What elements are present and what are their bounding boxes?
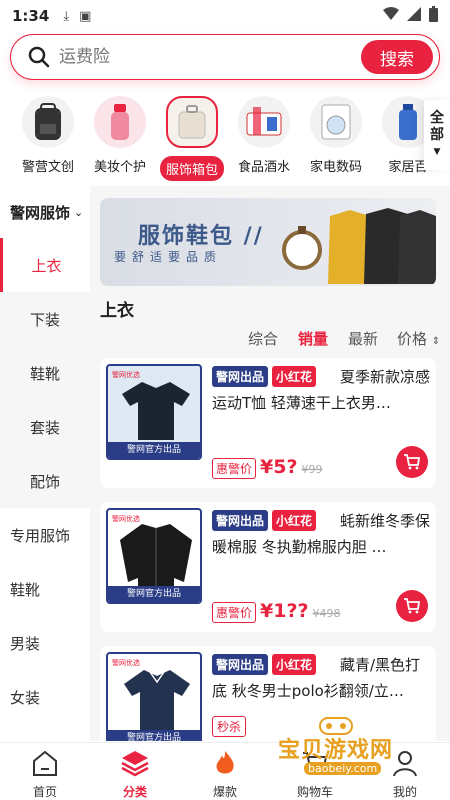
sidebar: 警网服饰 ⌄ 上衣 下装 鞋靴 套装 配饰 专用服饰 鞋靴 男装 女装 — [0, 186, 90, 741]
tab-label: 首页 — [32, 785, 57, 799]
status-bar: 1:34 ⤓ ▣ — [0, 0, 450, 32]
sort-newest[interactable]: 最新 — [348, 328, 378, 349]
food-icon — [238, 96, 290, 148]
sort-arrows-icon: ⇕ — [431, 336, 441, 347]
sidebar-item-bottoms[interactable]: 下装 — [0, 292, 90, 346]
price-row: 惠警价 ¥5? ¥99 — [212, 456, 322, 479]
status-time: 1:34 — [12, 7, 50, 25]
cart-icon — [404, 454, 421, 470]
sort-bar: 综合 销量 最新 价格 ⇕ — [90, 326, 450, 350]
battery-icon — [429, 6, 438, 26]
flash-sale-tag: 秒杀 — [212, 716, 247, 737]
original-price: ¥99 — [301, 463, 323, 476]
download-icon: ⤓ — [63, 8, 70, 24]
signal-icon — [407, 7, 421, 25]
banner-subtitle: 要舒适要品质 — [114, 250, 223, 264]
sidebar-item-footwear[interactable]: 鞋靴 — [0, 562, 90, 616]
category-label: 警营文创 — [21, 160, 74, 175]
category-item[interactable]: 食品酒水 — [228, 90, 300, 175]
flame-icon — [216, 751, 234, 774]
product-title: 夏季新款凉感运动T恤 轻薄速干上衣男… — [212, 368, 431, 412]
sidebar-item-accessories[interactable]: 配饰 — [0, 454, 90, 508]
tab-label: 我的 — [392, 785, 417, 799]
search-icon — [28, 46, 50, 68]
add-to-cart-button[interactable] — [396, 446, 428, 478]
tab-home[interactable]: 首页 — [0, 743, 90, 800]
price-tag: 惠警价 — [212, 458, 257, 479]
category-item[interactable]: 家电数码 — [300, 90, 372, 175]
wifi-icon — [383, 7, 399, 25]
cart-icon — [404, 598, 421, 614]
tshirt-icon — [122, 382, 190, 440]
jacket-icon — [120, 524, 192, 586]
all-categories-label: 全部 — [430, 110, 444, 143]
watermark: 宝贝游戏网 baobeiy.com — [268, 714, 418, 775]
sort-price-label: 价格 — [397, 330, 428, 348]
search-button[interactable]: 搜索 — [361, 40, 433, 74]
category-item-active[interactable]: 服饰箱包 — [156, 90, 228, 181]
add-to-cart-button[interactable] — [396, 590, 428, 622]
product-image: 警网优选 警网官方出品 — [106, 508, 202, 604]
image-strip: 警网官方出品 — [108, 586, 200, 602]
layers-icon — [121, 751, 149, 777]
tab-label: 分类 — [122, 785, 147, 799]
product-card[interactable]: 警网优选 警网官方出品 警网出品 小红花 蚝新维冬季保暖棉服 冬执勤棉服内胆 …… — [100, 502, 436, 632]
sort-price[interactable]: 价格 ⇕ — [397, 328, 440, 349]
price-row: 惠警价 ¥1?? ¥498 — [212, 600, 341, 623]
backpack-icon — [22, 96, 74, 148]
product-title: 藏青/黑色打底 秋冬男士polo衫翻领/立… — [212, 656, 421, 700]
category-item[interactable]: 美妆个护 — [84, 90, 156, 175]
sidebar-item-menswear[interactable]: 男装 — [0, 616, 90, 670]
tab-hot[interactable]: 爆款 — [180, 743, 270, 800]
sidebar-group-label: 警网服饰 — [10, 203, 71, 222]
tab-category[interactable]: 分类 — [90, 743, 180, 800]
price-tag: 惠警价 — [212, 602, 257, 623]
home-icon — [33, 750, 57, 776]
image-strip: 警网官方出品 — [108, 730, 200, 741]
image-strip: 警网官方出品 — [108, 442, 200, 458]
category-label: 服饰箱包 — [159, 156, 224, 181]
product-price: ¥1?? — [260, 600, 309, 622]
tab-label: 购物车 — [296, 785, 333, 799]
category-item[interactable]: 警营文创 — [12, 90, 84, 175]
sidebar-group-police-apparel[interactable]: 警网服饰 ⌄ — [0, 186, 90, 238]
product-card[interactable]: 警网优选 警网官方出品 警网出品 小红花 夏季新款凉感运动T恤 轻薄速干上衣男…… — [100, 358, 436, 488]
search-bar[interactable]: 搜索 — [10, 34, 440, 80]
washing-machine-icon — [310, 96, 362, 148]
sort-comprehensive[interactable]: 综合 — [248, 328, 278, 349]
polo-shirt-icon — [124, 670, 190, 730]
section-title: 上衣 — [100, 301, 134, 321]
bottle-icon — [94, 96, 146, 148]
sidebar-item-shoes[interactable]: 鞋靴 — [0, 346, 90, 400]
sidebar-item-womenswear[interactable]: 女装 — [0, 670, 90, 724]
chevron-down-icon: ⌄ — [74, 205, 84, 219]
watermark-url: baobeiy.com — [304, 762, 382, 775]
chevron-down-icon: ▼ — [433, 147, 441, 157]
product-title: 蚝新维冬季保暖棉服 冬执勤棉服内胆 … — [212, 512, 431, 556]
search-input[interactable] — [59, 47, 361, 67]
category-label: 家电数码 — [309, 160, 362, 175]
sidebar-item-tops[interactable]: 上衣 — [0, 238, 90, 292]
original-price: ¥498 — [312, 607, 341, 620]
main-content: 服饰鞋包 // 要舒适要品质 上衣 综合 销量 最新 价格 ⇕ 警网优选 警网官… — [90, 186, 450, 741]
category-label: 美妆个护 — [93, 160, 146, 175]
sidebar-subitems: 上衣 下装 鞋靴 套装 配饰 — [0, 238, 90, 508]
app-notification-icon: ▣ — [79, 8, 92, 24]
banner-title: 服饰鞋包 // — [138, 224, 264, 249]
luggage-icon — [166, 96, 218, 148]
tab-label: 爆款 — [212, 785, 237, 799]
all-categories-button[interactable]: 全部 ▼ — [424, 100, 450, 170]
sidebar-item-sets[interactable]: 套装 — [0, 400, 90, 454]
category-banner[interactable]: 服饰鞋包 // 要舒适要品质 — [100, 198, 436, 286]
sidebar-item-special-apparel[interactable]: 专用服饰 — [0, 508, 90, 562]
category-label: 食品酒水 — [237, 160, 290, 175]
apparel-products-image — [282, 208, 436, 284]
sort-sales[interactable]: 销量 — [298, 328, 328, 349]
product-image: 警网优选 警网官方出品 — [106, 364, 202, 460]
product-price: ¥5? — [260, 456, 298, 478]
category-row: 警营文创 美妆个护 服饰箱包 食品酒水 家电数码 家居百 — [0, 90, 450, 182]
product-image: 警网优选 警网官方出品 — [106, 652, 202, 741]
watermark-text: 宝贝游戏网 — [278, 738, 394, 763]
